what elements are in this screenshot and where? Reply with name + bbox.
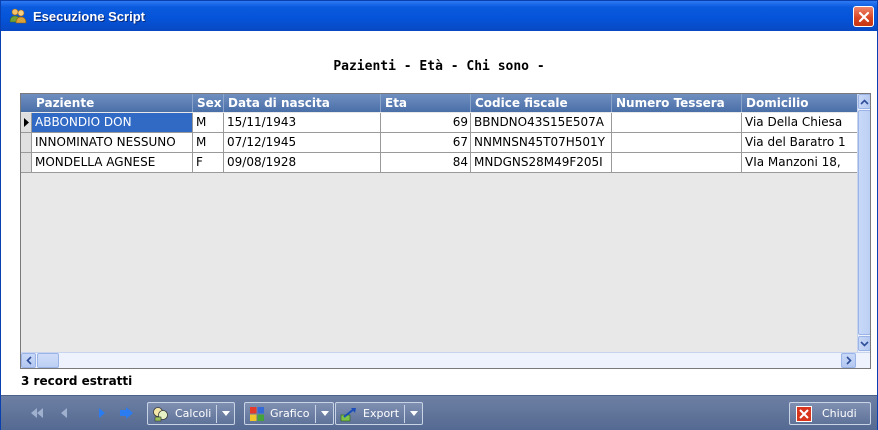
first-record-icon xyxy=(31,408,43,418)
chevron-up-icon xyxy=(860,98,869,105)
horizontal-scrollbar[interactable] xyxy=(21,352,870,368)
chart-icon xyxy=(250,406,264,421)
users-icon xyxy=(9,7,27,25)
scroll-down-button[interactable] xyxy=(858,336,870,351)
scroll-left-button[interactable] xyxy=(21,353,36,368)
cell-numero-tessera[interactable] xyxy=(612,113,742,133)
last-record-icon xyxy=(120,407,133,419)
button-divider xyxy=(314,404,316,423)
dropdown-arrow-icon xyxy=(320,411,329,416)
scroll-right-button[interactable] xyxy=(841,353,856,368)
export-button[interactable]: Export xyxy=(335,402,424,425)
cell-paziente[interactable]: INNOMINATO NESSUNO xyxy=(32,133,193,153)
cell-eta[interactable]: 84 xyxy=(381,153,471,173)
cell-paziente[interactable]: MONDELLA AGNESE xyxy=(32,153,193,173)
next-record-button[interactable] xyxy=(94,405,110,421)
grafico-button[interactable]: Grafico xyxy=(244,402,334,425)
calcoli-label: Calcoli xyxy=(175,407,212,420)
calculator-icon xyxy=(153,406,168,421)
table-row[interactable]: ABBONDIO DON M 15/11/1943 69 BBNDNO43S15… xyxy=(21,113,859,133)
vertical-scrollbar[interactable] xyxy=(857,94,870,352)
chevron-left-icon xyxy=(25,356,32,365)
chevron-right-icon xyxy=(845,356,852,365)
script-window: Esecuzione Script Pazienti - Età - Chi s… xyxy=(0,0,878,430)
scroll-up-button[interactable] xyxy=(858,94,870,109)
chevron-down-icon xyxy=(860,340,869,347)
cell-data-nascita[interactable]: 09/08/1928 xyxy=(224,153,381,173)
cell-codice-fiscale[interactable]: BBNDNO43S15E507A xyxy=(471,113,612,133)
chiudi-button[interactable]: Chiudi xyxy=(789,402,871,425)
current-row-indicator xyxy=(21,113,32,133)
dropdown-arrow-icon xyxy=(410,411,419,416)
cell-domicilio[interactable]: VIa Manzoni 18, xyxy=(742,153,859,173)
row-pointer-icon xyxy=(24,118,29,127)
column-header-paziente[interactable]: Paziente xyxy=(32,94,193,112)
last-record-button[interactable] xyxy=(119,405,135,421)
calcoli-button[interactable]: Calcoli xyxy=(147,402,236,425)
grafico-label: Grafico xyxy=(270,407,310,420)
horizontal-scroll-thumb[interactable] xyxy=(37,353,59,368)
first-record-button[interactable] xyxy=(29,405,45,421)
grid-header: Paziente Sex Data di nascita Eta Codice … xyxy=(21,94,859,112)
prev-record-button[interactable] xyxy=(56,405,72,421)
export-icon xyxy=(340,407,356,421)
column-header-codice-fiscale[interactable]: Codice fiscale xyxy=(471,94,612,112)
dropdown-arrow-icon xyxy=(222,411,231,416)
column-header-numero-tessera[interactable]: Numero Tessera xyxy=(612,94,742,112)
window-close-button[interactable] xyxy=(853,6,874,27)
next-record-icon xyxy=(99,408,105,418)
cell-numero-tessera[interactable] xyxy=(612,153,742,173)
row-indicator xyxy=(21,153,32,173)
prev-record-icon xyxy=(61,408,67,418)
export-label: Export xyxy=(363,407,400,420)
cell-domicilio[interactable]: Via del Baratro 1 xyxy=(742,133,859,153)
title-bar: Esecuzione Script xyxy=(1,1,877,31)
cell-numero-tessera[interactable] xyxy=(612,133,742,153)
cell-paziente[interactable]: ABBONDIO DON xyxy=(32,113,193,133)
cell-eta[interactable]: 69 xyxy=(381,113,471,133)
button-divider xyxy=(404,404,406,423)
window-title: Esecuzione Script xyxy=(33,8,145,24)
cell-sex[interactable]: M xyxy=(193,133,224,153)
record-count-status: 3 record estratti xyxy=(21,374,133,388)
table-row[interactable]: MONDELLA AGNESE F 09/08/1928 84 MNDGNS28… xyxy=(21,153,859,173)
close-icon xyxy=(796,405,812,422)
cell-data-nascita[interactable]: 07/12/1945 xyxy=(224,133,381,153)
report-title: Pazienti - Età - Chi sono - xyxy=(333,59,545,74)
button-divider xyxy=(216,404,218,423)
column-header-domicilio[interactable]: Domicilio xyxy=(742,94,859,112)
cell-sex[interactable]: M xyxy=(193,113,224,133)
column-header-data-nascita[interactable]: Data di nascita xyxy=(224,94,381,112)
results-grid[interactable]: Paziente Sex Data di nascita Eta Codice … xyxy=(20,93,871,369)
cell-eta[interactable]: 67 xyxy=(381,133,471,153)
bottom-toolbar: Calcoli Grafico Export Chiudi xyxy=(1,395,877,430)
close-icon xyxy=(858,11,869,22)
vertical-scroll-thumb[interactable] xyxy=(858,110,870,335)
cell-codice-fiscale[interactable]: NNMNSN45T07H501Y xyxy=(471,133,612,153)
cell-codice-fiscale[interactable]: MNDGNS28M49F205I xyxy=(471,153,612,173)
row-indicator-header xyxy=(21,94,32,112)
cell-sex[interactable]: F xyxy=(193,153,224,173)
column-header-eta[interactable]: Eta xyxy=(381,94,471,112)
table-row[interactable]: INNOMINATO NESSUNO M 07/12/1945 67 NNMNS… xyxy=(21,133,859,153)
row-indicator xyxy=(21,133,32,153)
cell-domicilio[interactable]: Via Della Chiesa xyxy=(742,113,859,133)
column-header-sex[interactable]: Sex xyxy=(193,94,224,112)
chiudi-label: Chiudi xyxy=(822,407,857,420)
cell-data-nascita[interactable]: 15/11/1943 xyxy=(224,113,381,133)
